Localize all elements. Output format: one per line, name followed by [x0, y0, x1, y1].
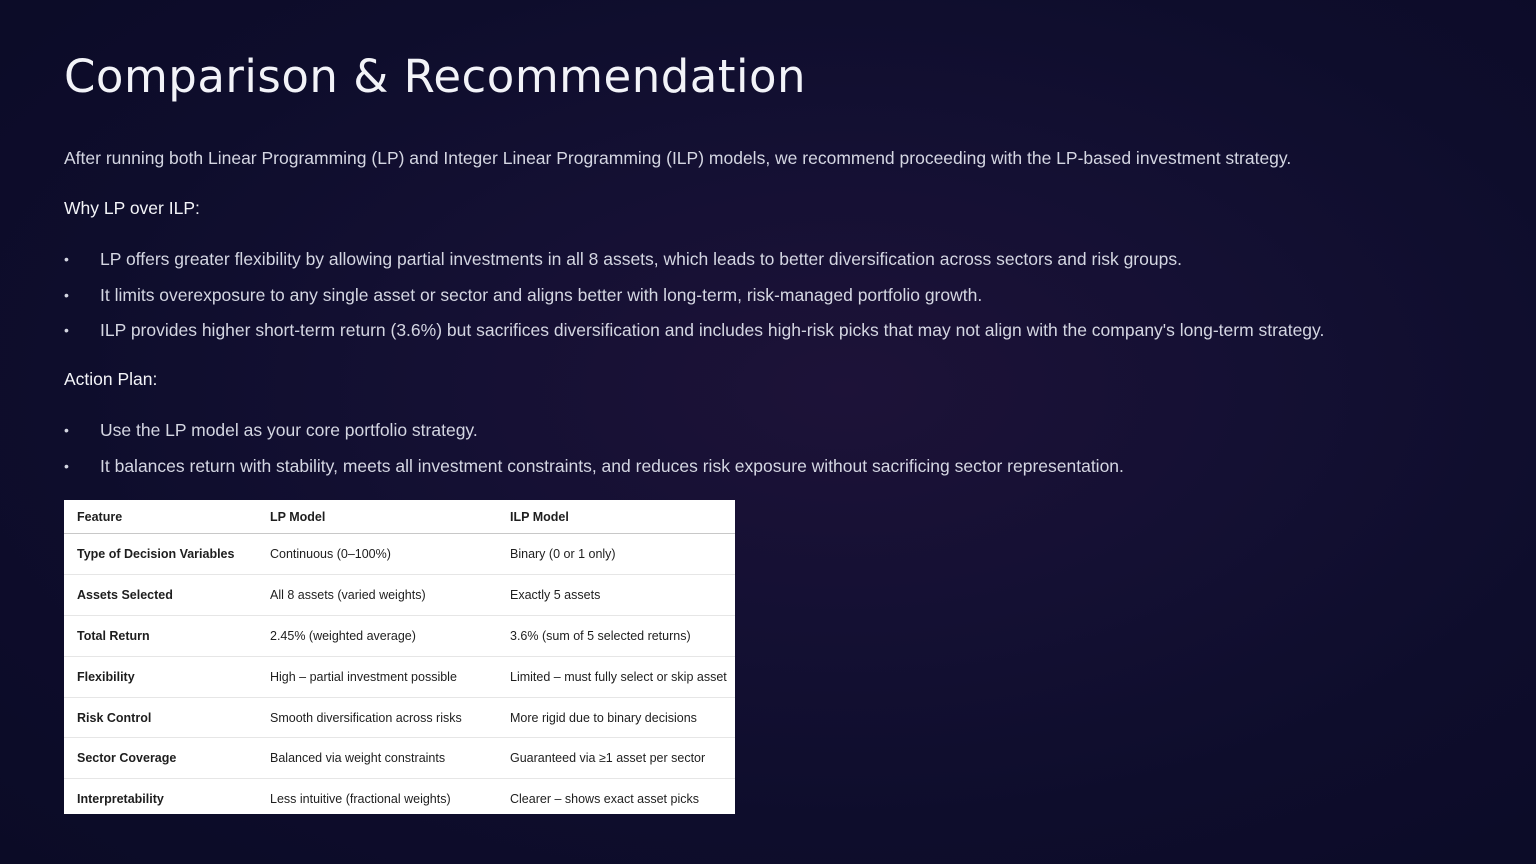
table-cell: Assets Selected — [64, 574, 257, 616]
table-row: Flexibility High – partial investment po… — [64, 656, 735, 698]
table-cell: Clearer – shows exact asset picks — [510, 792, 699, 807]
bullet-text: It limits overexposure to any single ass… — [100, 284, 983, 305]
why-bullet-list: • LP offers greater flexibility by allowi… — [64, 249, 1324, 356]
action-bullet-list: • Use the LP model as your core portfolio… — [64, 420, 1124, 491]
table-cell: Total Return — [64, 615, 257, 657]
bullet-icon: • — [64, 251, 69, 267]
why-heading: Why LP over ILP: — [64, 198, 200, 218]
comparison-table-image: Feature LP Model ILP Model Type of Decis… — [64, 500, 735, 814]
slide-title: Comparison & Recommendation — [64, 50, 807, 103]
table-cell: Flexibility — [64, 656, 257, 698]
table-cell: Balanced via weight constraints — [257, 737, 497, 780]
table-cell: All 8 assets (varied weights) — [257, 574, 497, 616]
table-row: Interpretability Less intuitive (fractio… — [64, 779, 735, 814]
list-item: • LP offers greater flexibility by allowi… — [64, 249, 1324, 269]
bullet-icon: • — [64, 286, 69, 303]
bullet-text: It balances return with stability, meets… — [100, 455, 1124, 476]
table-cell: High – partial investment possible — [257, 656, 497, 698]
table-header-row: Feature LP Model ILP Model — [64, 500, 735, 534]
table-cell: More rigid due to binary decisions — [497, 697, 735, 739]
column-header: Feature — [64, 500, 257, 534]
table-cell: Smooth diversification across risks — [257, 697, 497, 739]
table-cell: Type of Decision Variables — [64, 533, 257, 575]
table-cell: Exactly 5 assets — [497, 574, 735, 616]
table-cell: Sector Coverage — [64, 737, 257, 780]
column-header: LP Model — [257, 500, 497, 534]
table-cell: 2.45% (weighted average) — [257, 615, 497, 657]
bullet-text: Use the LP model as your core portfolio … — [100, 420, 478, 440]
table-cell: Limited – must fully select or skip asse… — [497, 656, 735, 698]
action-plan-heading: Action Plan: — [64, 369, 158, 389]
table-cell: Guaranteed via ≥1 asset per sector — [497, 737, 735, 780]
table-cell: Risk Control — [64, 697, 257, 739]
table-row: Type of Decision Variables Continuous (0… — [64, 533, 735, 575]
intro-paragraph: After running both Linear Programming (L… — [64, 148, 1292, 168]
list-item: • It limits overexposure to any single as… — [64, 285, 1324, 305]
bullet-icon: • — [64, 457, 69, 474]
column-header: ILP Model — [497, 500, 735, 534]
comparison-table: Feature LP Model ILP Model Type of Decis… — [64, 500, 735, 814]
table-cell: Binary (0 or 1 only) — [497, 533, 735, 575]
table-cell: Interpretability — [77, 792, 164, 807]
table-cell: 3.6% (sum of 5 selected returns) — [497, 615, 735, 657]
table-cell: Continuous (0–100%) — [257, 533, 497, 575]
bullet-icon: • — [64, 322, 69, 338]
list-item: • ILP provides higher short-term return (… — [64, 320, 1324, 340]
slide: Comparison & Recommendation After runnin… — [0, 0, 1536, 864]
table-row: Sector Coverage Balanced via weight cons… — [64, 737, 735, 780]
list-item: • Use the LP model as your core portfolio… — [64, 420, 1124, 440]
list-item: • It balances return with stability, meet… — [64, 456, 1124, 476]
table-row: Risk Control Smooth diversification acro… — [64, 697, 735, 739]
table-cell: Less intuitive (fractional weights) — [270, 792, 451, 807]
bullet-icon: • — [64, 422, 69, 438]
bullet-text: LP offers greater flexibility by allowin… — [100, 249, 1182, 269]
table-row: Assets Selected All 8 assets (varied wei… — [64, 574, 735, 616]
table-row: Total Return 2.45% (weighted average) 3.… — [64, 615, 735, 657]
bullet-text: ILP provides higher short-term return (3… — [100, 320, 1325, 340]
